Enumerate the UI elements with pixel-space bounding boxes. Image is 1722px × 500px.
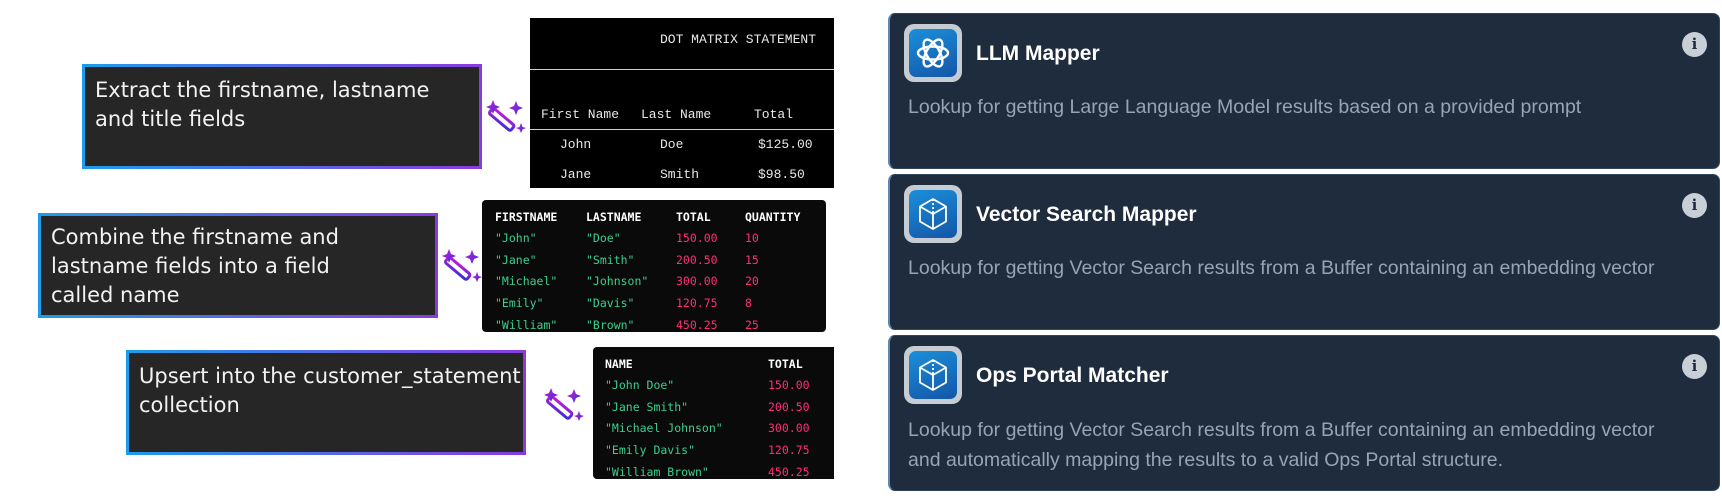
table-cell: "Doe" bbox=[586, 230, 621, 245]
prompt-line: Combine the firstname and bbox=[51, 225, 339, 249]
statement-cell: John bbox=[560, 137, 592, 152]
statement-cell: Smith bbox=[660, 167, 700, 182]
divider bbox=[530, 69, 834, 70]
openai-logo-icon bbox=[904, 24, 962, 82]
table-cell: "Jane" bbox=[495, 252, 537, 267]
table-cell: 200.50 bbox=[676, 252, 718, 267]
table-cell: "Michael Johnson" bbox=[605, 421, 723, 436]
table-cell: "John Doe" bbox=[605, 377, 675, 392]
card-description: Lookup for getting Vector Search results… bbox=[908, 415, 1693, 475]
table-cell: 300.00 bbox=[768, 421, 810, 436]
table-row: "Jane Smith" 200.50 bbox=[605, 396, 834, 418]
table-cell: 10 bbox=[745, 230, 759, 245]
table-cell: 450.25 bbox=[768, 464, 810, 479]
card-title: Vector Search Mapper bbox=[976, 203, 1197, 226]
table-cell: 300.00 bbox=[676, 274, 718, 289]
table-cell: 150.00 bbox=[676, 230, 718, 245]
card-title: Ops Portal Matcher bbox=[976, 364, 1169, 387]
column-header: Last Name bbox=[641, 107, 712, 122]
table-cell: "William" bbox=[495, 317, 558, 332]
table-row: "Emily" "Davis" 120.75 8 bbox=[495, 292, 815, 314]
table-row: "Michael" "Johnson" 300.00 20 bbox=[495, 270, 815, 292]
divider bbox=[530, 129, 834, 130]
table-cell: "Michael" bbox=[495, 274, 558, 289]
table-cell: "William Brown" bbox=[605, 464, 709, 479]
column-header: FIRSTNAME bbox=[495, 209, 558, 224]
prompt-line: and title fields bbox=[95, 107, 246, 131]
card-llm-mapper[interactable]: LLM Mapper Lookup for getting Large Lang… bbox=[888, 13, 1720, 169]
table-cell: 120.75 bbox=[768, 442, 810, 457]
table-cell: 8 bbox=[745, 295, 752, 310]
prompt-line: called name bbox=[51, 283, 180, 307]
statement-cell: $98.50 bbox=[758, 167, 805, 182]
statement-title: DOT MATRIX STATEMENT bbox=[659, 32, 816, 47]
info-icon[interactable]: i bbox=[1682, 32, 1707, 57]
table-row: "Emily Davis" 120.75 bbox=[605, 439, 834, 461]
description-line: Lookup for getting Large Language Model … bbox=[908, 96, 1582, 118]
table-cell: "Brown" bbox=[586, 317, 635, 332]
statement-cell: Doe bbox=[660, 137, 684, 152]
description-line: Lookup for getting Vector Search results… bbox=[908, 419, 1655, 441]
column-header: QUANTITY bbox=[745, 209, 801, 224]
data-table-named: NAME TOTAL "John Doe" 150.00 "Jane Smith… bbox=[593, 347, 834, 479]
prompt-box-extract: Extract the firstname, lastname and titl… bbox=[82, 64, 482, 169]
card-description: Lookup for getting Large Language Model … bbox=[908, 92, 1693, 122]
table-cell: "Davis" bbox=[586, 295, 635, 310]
table-cell: "John" bbox=[495, 230, 537, 245]
table-header-row: NAME TOTAL bbox=[605, 353, 834, 374]
column-header: TOTAL bbox=[768, 356, 803, 371]
info-icon[interactable]: i bbox=[1682, 193, 1707, 218]
table-header-row: FIRSTNAME LASTNAME TOTAL QUANTITY bbox=[495, 206, 815, 227]
prompt-line: collection bbox=[139, 393, 240, 417]
table-cell: "Emily Davis" bbox=[605, 442, 696, 457]
table-row: "Michael Johnson" 300.00 bbox=[605, 417, 834, 439]
magic-wand-icon bbox=[544, 388, 584, 421]
table-row: "William Brown" 450.25 bbox=[605, 461, 834, 479]
description-line: and automatically mapping the results to… bbox=[908, 449, 1504, 471]
column-header: Total bbox=[754, 107, 794, 122]
table-row: "William" "Brown" 450.25 25 bbox=[495, 314, 815, 332]
magic-wand-icon bbox=[486, 100, 526, 133]
prompt-line: Extract the firstname, lastname bbox=[95, 78, 430, 102]
table-cell: 450.25 bbox=[676, 317, 718, 332]
column-header: NAME bbox=[605, 356, 633, 371]
table-cell: "Smith" bbox=[586, 252, 635, 267]
prompt-line: lastname fields into a field bbox=[51, 254, 330, 278]
data-table-combined: FIRSTNAME LASTNAME TOTAL QUANTITY "John"… bbox=[482, 200, 826, 332]
column-header: First Name bbox=[541, 107, 620, 122]
dot-matrix-statement: DOT MATRIX STATEMENT First Name Last Nam… bbox=[530, 18, 834, 188]
info-icon[interactable]: i bbox=[1682, 354, 1707, 379]
card-title: LLM Mapper bbox=[976, 42, 1100, 65]
table-row: "John Doe" 150.00 bbox=[605, 374, 834, 396]
statement-cell: $125.00 bbox=[758, 137, 813, 152]
table-cell: 20 bbox=[745, 274, 759, 289]
table-cell: 150.00 bbox=[768, 377, 810, 392]
card-vector-search-mapper[interactable]: Vector Search Mapper Lookup for getting … bbox=[888, 174, 1720, 330]
card-description: Lookup for getting Vector Search results… bbox=[908, 253, 1693, 283]
vector-cube-icon bbox=[904, 185, 962, 243]
prompt-line: Upsert into the customer_statement bbox=[139, 364, 521, 388]
column-header: LASTNAME bbox=[586, 209, 642, 224]
table-cell: "Jane Smith" bbox=[605, 399, 689, 414]
table-cell: 200.50 bbox=[768, 399, 810, 414]
description-line: Lookup for getting Vector Search results… bbox=[908, 257, 1655, 279]
vector-cube-icon bbox=[904, 346, 962, 404]
column-header: TOTAL bbox=[676, 209, 711, 224]
table-cell: 120.75 bbox=[676, 295, 718, 310]
table-cell: 15 bbox=[745, 252, 759, 267]
prompt-box-combine: Combine the firstname and lastname field… bbox=[38, 213, 438, 318]
prompt-box-upsert: Upsert into the customer_statement colle… bbox=[126, 350, 526, 455]
table-row: "John" "Doe" 150.00 10 bbox=[495, 227, 815, 249]
table-cell: "Johnson" bbox=[586, 274, 649, 289]
card-ops-portal-matcher[interactable]: Ops Portal Matcher Lookup for getting Ve… bbox=[888, 335, 1720, 491]
table-cell: "Emily" bbox=[495, 295, 544, 310]
magic-wand-icon bbox=[442, 249, 482, 282]
table-cell: 25 bbox=[745, 317, 759, 332]
statement-cell: Jane bbox=[560, 167, 592, 182]
table-row: "Jane" "Smith" 200.50 15 bbox=[495, 249, 815, 271]
